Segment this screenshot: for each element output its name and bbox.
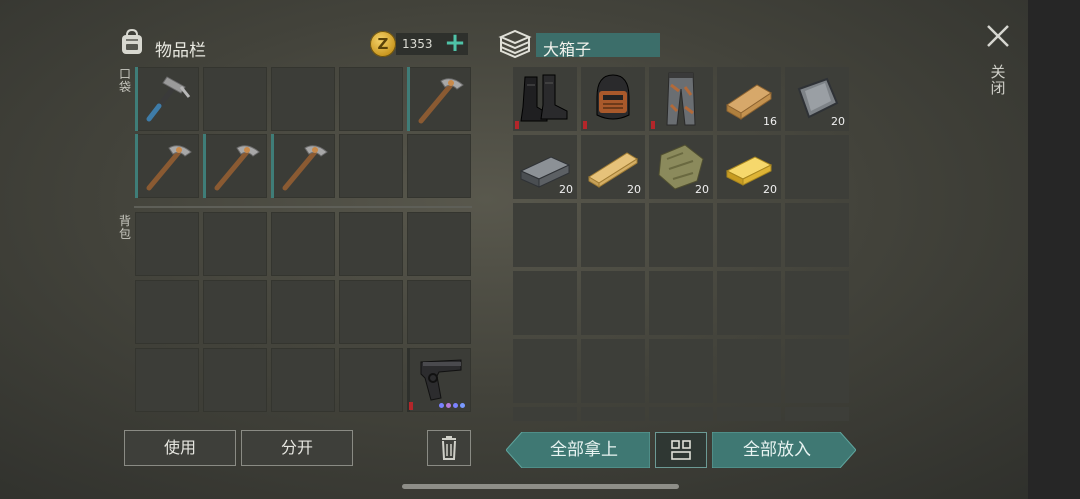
backpack-slot[interactable] (203, 280, 267, 344)
durability-marker (583, 121, 587, 129)
pocket-slot[interactable] (271, 67, 335, 131)
box-slot[interactable] (581, 339, 645, 403)
trash-icon (442, 436, 456, 460)
box-slot[interactable]: 20 (785, 67, 849, 131)
box-slot[interactable]: 20 (649, 135, 713, 199)
backpack-slot[interactable] (407, 212, 471, 276)
box-slot[interactable] (513, 339, 577, 403)
pickaxe-icon (282, 145, 328, 191)
box-slot[interactable] (649, 203, 713, 267)
pocket-slot[interactable] (407, 134, 471, 198)
backpack-slot[interactable] (203, 212, 267, 276)
box-slot[interactable] (513, 407, 577, 421)
sort-grid-icon (671, 440, 691, 460)
hammer-icon (146, 76, 191, 122)
box-slot[interactable] (717, 271, 781, 335)
backpack-slot[interactable] (135, 280, 199, 344)
box-slot[interactable] (649, 339, 713, 403)
box-slot[interactable] (717, 407, 781, 421)
box-slot[interactable] (649, 271, 713, 335)
item-quantity: 20 (695, 183, 709, 196)
sort-button[interactable] (655, 432, 707, 468)
box-slot[interactable] (649, 407, 713, 421)
box-slot[interactable] (785, 203, 849, 267)
pocket-slot[interactable] (339, 67, 403, 131)
item-quantity: 20 (831, 115, 845, 128)
item-quantity: 20 (559, 183, 573, 196)
box-slot[interactable] (717, 339, 781, 403)
backpack-slot[interactable] (203, 348, 267, 412)
storage-box-icon (498, 29, 532, 59)
home-indicator (402, 484, 679, 489)
pocket-slot[interactable] (135, 134, 199, 198)
pickaxe-icon (146, 145, 192, 191)
item-quantity: 20 (627, 183, 641, 196)
box-slot[interactable] (513, 67, 577, 131)
use-button[interactable]: 使用 (124, 430, 236, 466)
section-divider (134, 206, 472, 208)
backpack-slot[interactable] (407, 280, 471, 344)
trash-button[interactable] (427, 430, 471, 466)
durability-marker (651, 121, 655, 129)
close-label[interactable]: 关闭 (988, 64, 1008, 96)
box-slot[interactable]: 16 (717, 67, 781, 131)
box-slot[interactable] (581, 271, 645, 335)
backpack-slot[interactable] (407, 348, 471, 412)
backpack-slot[interactable] (135, 212, 199, 276)
box-slot[interactable]: 20 (717, 135, 781, 199)
item-quantity: 20 (763, 183, 777, 196)
box-slot[interactable] (785, 135, 849, 199)
pocket-slot[interactable] (203, 134, 267, 198)
coin-count: 1353 (402, 37, 433, 51)
right-edge-strip (1028, 0, 1080, 499)
pocket-slot[interactable] (203, 67, 267, 131)
box-title: 大箱子 (543, 40, 592, 59)
backpack-slot[interactable] (135, 348, 199, 412)
durability-marker (515, 121, 519, 129)
pocket-slot[interactable] (339, 134, 403, 198)
pickaxe-icon (418, 78, 464, 124)
box-slot[interactable] (513, 203, 577, 267)
backpack-slot[interactable] (271, 280, 335, 344)
box-slot[interactable] (513, 271, 577, 335)
pocket-slot[interactable] (407, 67, 471, 131)
split-button[interactable]: 分开 (241, 430, 353, 466)
coin-icon: Z (370, 31, 396, 57)
box-slot[interactable] (581, 67, 645, 131)
backpack-slot[interactable] (271, 212, 335, 276)
backpack-icon (122, 28, 142, 54)
backpack-slot[interactable] (339, 212, 403, 276)
inventory-title: 物品栏 (155, 41, 206, 61)
box-slot[interactable] (581, 203, 645, 267)
helmet-icon (596, 74, 630, 120)
pocket-slot[interactable] (271, 134, 335, 198)
put-all-button[interactable]: 全部放入 (712, 432, 842, 468)
backpack-slot[interactable] (271, 348, 335, 412)
attachment-dots (439, 403, 465, 408)
backpack-label: 背包 (118, 214, 131, 241)
item-quantity: 16 (763, 115, 777, 128)
box-slot[interactable] (785, 339, 849, 403)
backpack-slot[interactable] (339, 348, 403, 412)
box-slot[interactable]: 20 (581, 135, 645, 199)
box-slot[interactable] (649, 67, 713, 131)
box-slot[interactable] (785, 407, 849, 421)
box-slot[interactable] (581, 407, 645, 421)
box-slot[interactable]: 20 (513, 135, 577, 199)
pocket-slot[interactable] (135, 67, 199, 131)
take-all-button[interactable]: 全部拿上 (522, 432, 646, 468)
boots-icon (520, 74, 568, 122)
add-coins-button[interactable]: + (444, 30, 466, 57)
backpack-slot[interactable] (339, 280, 403, 344)
box-slot[interactable] (717, 203, 781, 267)
pickaxe-icon (214, 145, 260, 191)
box-slot[interactable] (785, 271, 849, 335)
pocket-label: 口袋 (118, 67, 131, 94)
pants-icon (666, 72, 696, 126)
close-icon[interactable] (984, 22, 1012, 50)
